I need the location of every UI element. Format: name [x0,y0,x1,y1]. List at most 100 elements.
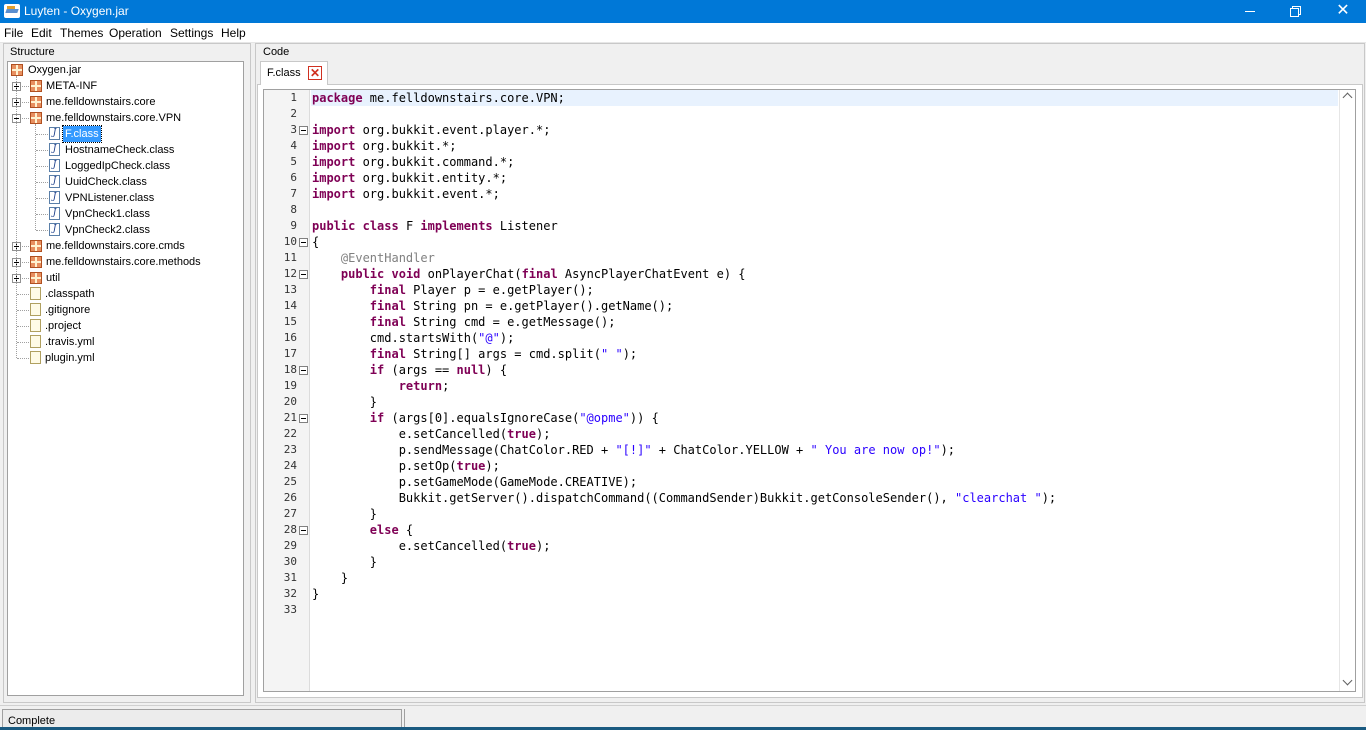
minimize-icon [1245,11,1255,12]
menu-help[interactable]: Help [221,26,246,40]
restore-button[interactable] [1274,0,1320,23]
tree-file[interactable]: .travis.yml [0,334,240,350]
structure-label: Structure [10,46,55,58]
fold-toggle-icon[interactable] [299,238,308,247]
tree-file[interactable]: .gitignore [0,302,240,318]
line-number: 24 [283,459,297,472]
tree-package[interactable]: util [0,270,240,286]
line-number: 14 [283,299,297,312]
tree-file[interactable]: plugin.yml [0,350,240,366]
line-number: 22 [283,427,297,440]
code-line: final Player p = e.getPlayer(); [369,283,594,297]
code-line: cmd.startsWith("@"); [312,331,515,345]
line-number: 32 [283,587,297,600]
tree-package[interactable]: META-INF [0,78,240,94]
fold-toggle-icon[interactable] [299,126,308,135]
fold-toggle-icon[interactable] [299,270,308,279]
line-number: 29 [283,539,297,552]
line-number: 5 [290,155,297,168]
line-number: 30 [283,555,297,568]
tree-package[interactable]: me.felldownstairs.core.VPN [0,110,240,126]
package-icon [30,112,42,124]
vertical-scrollbar[interactable] [1339,90,1355,691]
line-number: 16 [283,331,297,344]
java-class-icon: J [49,127,60,140]
java-class-icon: J [49,159,60,172]
line-number: 3 [290,123,297,136]
luyten-app-icon [4,4,20,18]
menu-themes[interactable]: Themes [60,26,103,40]
package-icon [30,272,42,284]
menu-edit[interactable]: Edit [31,26,52,40]
tree-item-label: VPNListener.class [65,192,155,204]
minimize-button[interactable] [1228,0,1274,23]
scroll-up-icon[interactable] [1342,92,1353,103]
menu-settings[interactable]: Settings [170,26,213,40]
code-line: import org.bukkit.event.player.*; [312,123,551,137]
tree-package[interactable]: me.felldownstairs.core.methods [0,254,240,270]
fold-toggle-icon[interactable] [299,526,308,535]
close-window-button[interactable]: ✕ [1320,0,1366,23]
tree-item-label: VpnCheck1.class [65,208,150,220]
tree-item-label: .gitignore [45,304,91,316]
package-icon [30,80,42,92]
tab-f-class[interactable]: F.class ✕ [260,61,328,85]
line-number: 4 [290,139,297,152]
line-number: 17 [283,347,297,360]
jar-icon [11,64,23,76]
tree-item-label: F.class [62,125,102,143]
code-line: import org.bukkit.*; [312,139,457,153]
code-line: public void onPlayerChat(final AsyncPlay… [340,267,746,281]
java-class-icon: J [49,143,60,156]
line-number: 26 [283,491,297,504]
code-line: final String pn = e.getPlayer().getName(… [369,299,674,313]
line-number: 12 [283,267,297,280]
file-icon [30,319,41,332]
code-line: if (args[0].equalsIgnoreCase("@opme")) { [369,411,659,425]
tree-item-label: HostnameCheck.class [65,144,175,156]
scroll-down-icon[interactable] [1342,675,1353,686]
code-line: @EventHandler [340,251,435,265]
close-tab-icon[interactable]: ✕ [308,66,322,80]
package-icon [30,256,42,268]
tree-package[interactable]: me.felldownstairs.core [0,94,240,110]
status-field: Complete [2,709,402,729]
code-line: e.setCancelled(true); [312,539,551,553]
line-number: 27 [283,507,297,520]
tree-root[interactable]: Oxygen.jar [0,62,240,78]
java-class-icon: J [49,207,60,220]
fold-toggle-icon[interactable] [299,366,308,375]
tree-item-label: .classpath [45,288,95,300]
tree-item-label: .project [45,320,82,332]
line-number: 15 [283,315,297,328]
code-line: if (args == null) { [369,363,508,377]
code-line: } [312,507,378,521]
tree-item-label: .travis.yml [45,336,95,348]
line-number: 6 [290,171,297,184]
tree-package[interactable]: me.felldownstairs.core.cmds [0,238,240,254]
code-line: return; [398,379,450,393]
code-line: import org.bukkit.entity.*; [312,171,508,185]
close-icon: ✕ [1336,2,1350,19]
line-number: 28 [283,523,297,536]
line-number: 1 [290,91,297,104]
tree-file[interactable]: .project [0,318,240,334]
line-number: 13 [283,283,297,296]
code-line: public class F implements Listener [312,219,558,233]
menu-operation[interactable]: Operation [109,26,162,40]
tree-item-label: me.felldownstairs.core.cmds [46,240,185,252]
fold-toggle-icon[interactable] [299,414,308,423]
line-number: 10 [283,235,297,248]
line-number: 25 [283,475,297,488]
code-line: Bukkit.getServer().dispatchCommand((Comm… [312,491,1057,505]
line-number: 33 [283,603,297,616]
line-number: 7 [290,187,297,200]
package-icon [30,96,42,108]
code-line: else { [369,523,414,537]
code-line: p.sendMessage(ChatColor.RED + "[!]" + Ch… [312,443,956,457]
tree-file[interactable]: .classpath [0,286,240,302]
tree-item-label: META-INF [46,80,98,92]
code-line: e.setCancelled(true); [312,427,551,441]
menu-file[interactable]: File [4,26,23,40]
code-line: package me.felldownstairs.core.VPN; [312,91,565,105]
